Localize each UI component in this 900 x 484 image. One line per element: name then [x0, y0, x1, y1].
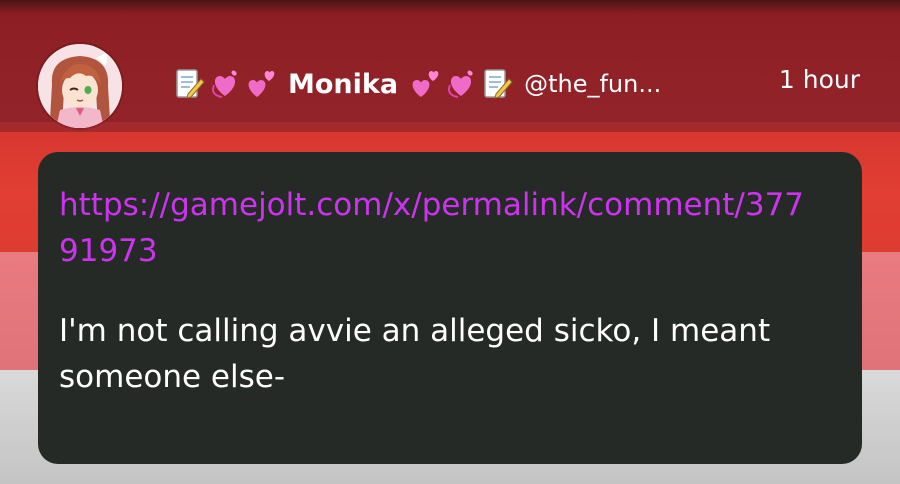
author-line: Monika @the_fun...: [172, 62, 661, 106]
revolving-hearts-icon: [448, 70, 473, 98]
avatar[interactable]: [38, 44, 122, 128]
name-emoji-left: [172, 67, 278, 101]
comment-text: I'm not calling avvie an alleged sicko, …: [59, 313, 771, 395]
username[interactable]: @the_fun...: [524, 70, 661, 98]
timestamp[interactable]: 1 hour: [779, 65, 860, 94]
name-emoji-right: [408, 67, 514, 101]
display-name[interactable]: Monika: [288, 69, 398, 100]
two-hearts-icon: [248, 71, 275, 97]
comment-header: Monika @the_fun... 1 hour: [38, 40, 878, 128]
two-hearts-icon: [412, 71, 439, 97]
anime-girl-avatar-icon: [38, 44, 122, 128]
revolving-hearts-icon: [212, 70, 237, 98]
memo-icon: [176, 69, 205, 99]
comment-link[interactable]: https://gamejolt.com/x/permalink/comment…: [59, 182, 819, 274]
comment-bubble: https://gamejolt.com/x/permalink/comment…: [38, 152, 862, 464]
memo-icon: [484, 69, 513, 99]
